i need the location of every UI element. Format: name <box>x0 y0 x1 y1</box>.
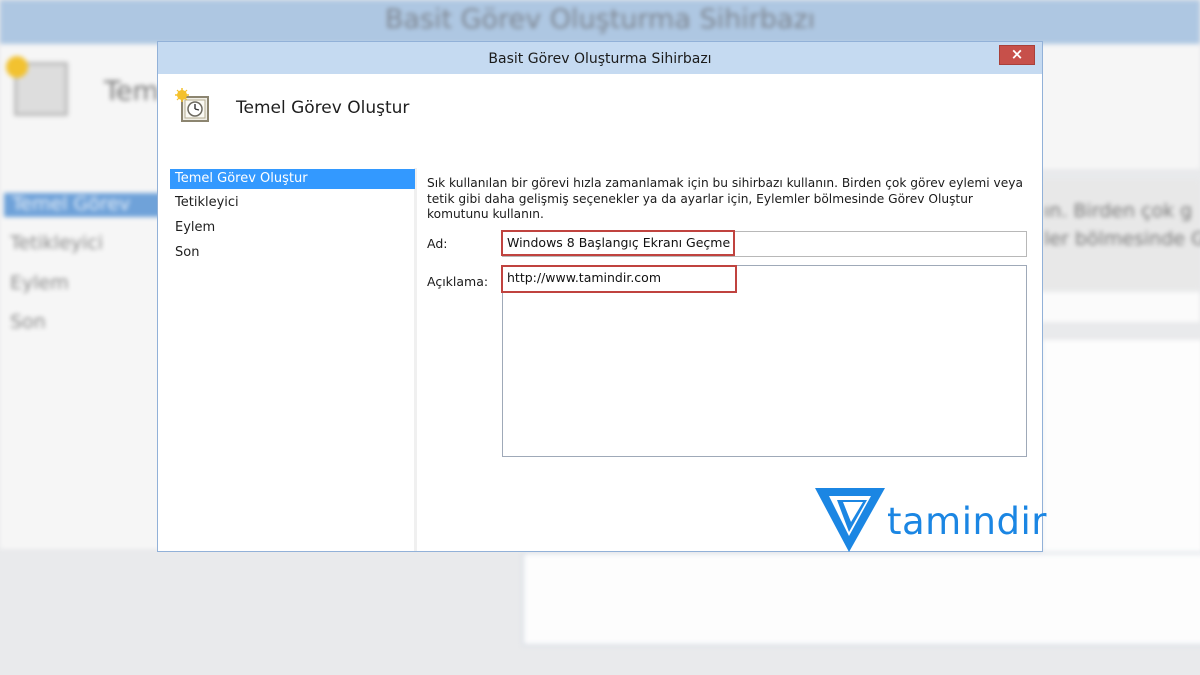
name-label: Ad: <box>427 236 448 251</box>
page-title: Temel Görev Oluştur <box>236 98 410 118</box>
dialog-header: Temel Görev Oluştur <box>158 74 1042 168</box>
tamindir-logo-mark-icon <box>815 488 885 552</box>
bg-lower-textarea <box>522 552 1200 646</box>
sidebar-item-create-basic-task[interactable]: Temel Görev Oluştur <box>170 169 415 189</box>
wizard-content: Sık kullanılan bir görevi hızla zamanlam… <box>417 168 1042 551</box>
bg-heading: Tem <box>104 76 159 107</box>
dialog-title: Basit Görev Oluşturma Sihirbazı <box>488 51 712 67</box>
close-button[interactable]: × <box>999 45 1035 65</box>
description-value[interactable]: http://www.tamindir.com <box>501 265 737 293</box>
bg-right-textarea <box>1040 340 1200 552</box>
bg-sidebar-item-3: Son <box>10 311 46 333</box>
close-icon: × <box>1010 45 1024 63</box>
bg-sidebar-item-0: Temel Görev <box>12 193 131 215</box>
bg-star-burst-icon <box>6 56 28 78</box>
wizard-dialog: Basit Görev Oluşturma Sihirbazı × Temel … <box>157 41 1043 552</box>
bg-sidebar-item-2: Eylem <box>10 272 69 294</box>
bg-window-title: Basit Görev Oluşturma Sihirbazı <box>384 4 816 35</box>
description-label: Açıklama: <box>427 274 489 289</box>
intro-text: Sık kullanılan bir görevi hızla zamanlam… <box>427 176 1023 221</box>
sidebar-item-action[interactable]: Eylem <box>170 218 414 238</box>
name-value[interactable]: Windows 8 Başlangıç Ekranı Geçme <box>501 230 735 256</box>
bg-right-field <box>1040 292 1200 322</box>
bg-right-text-1: ın. Birden çok g <box>1044 200 1193 222</box>
bg-right-text-2: ler bölmesinde G <box>1044 228 1200 250</box>
sidebar-item-finish[interactable]: Son <box>170 243 414 263</box>
sidebar-item-trigger[interactable]: Tetikleyici <box>170 193 414 213</box>
wizard-steps-sidebar: Temel Görev Oluştur Tetikleyici Eylem So… <box>158 168 415 551</box>
task-scheduler-clock-icon <box>175 88 209 122</box>
description-input[interactable] <box>502 265 1027 457</box>
tamindir-logo-text: tamindir <box>887 500 1047 543</box>
bg-sidebar-item-1: Tetikleyici <box>10 232 104 254</box>
